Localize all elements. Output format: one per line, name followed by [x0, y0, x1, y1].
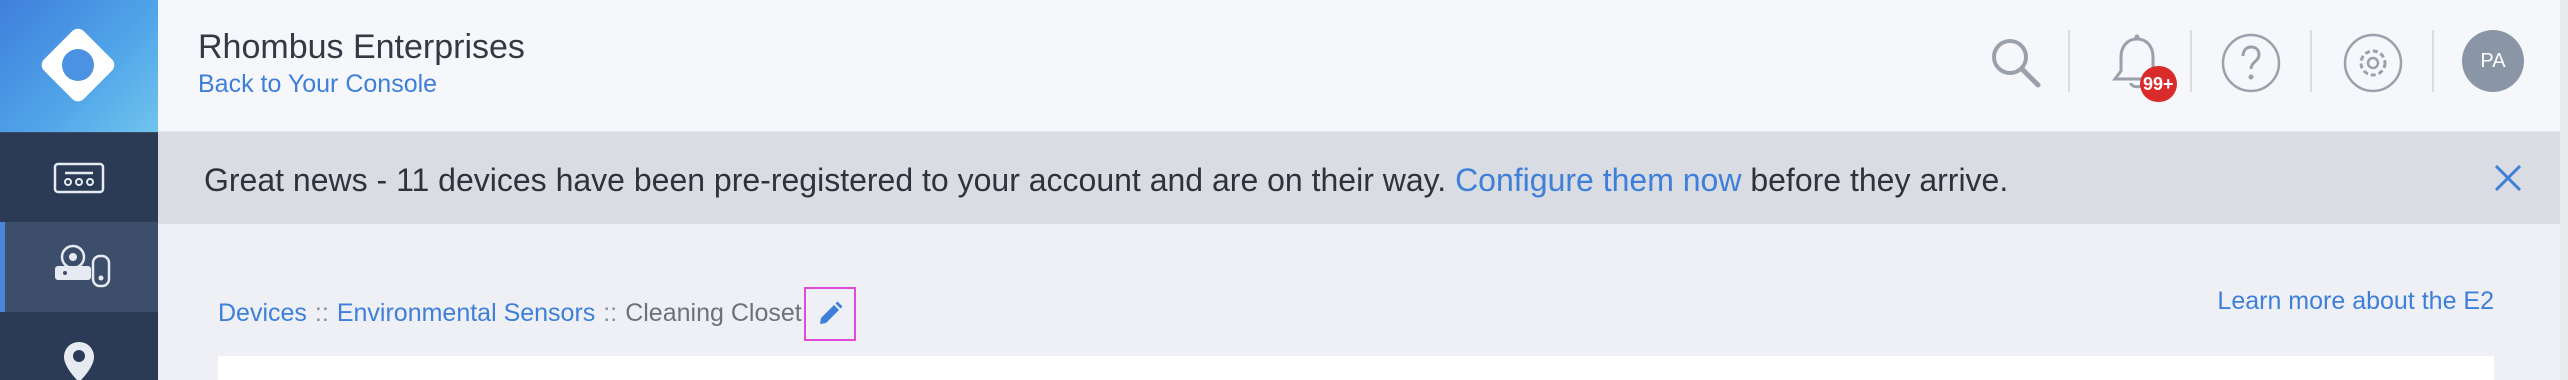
configure-now-link[interactable]: Configure them now: [1455, 162, 1741, 198]
search-icon: [1992, 39, 2041, 88]
sidebar-item-cameras-sensors[interactable]: [0, 222, 158, 312]
breadcrumb-current-device: Cleaning Closet: [625, 298, 802, 327]
sidebar-item-devices[interactable]: [0, 132, 158, 222]
page-scrollbar[interactable]: [2560, 0, 2568, 380]
sidebar-item-locations[interactable]: [0, 312, 158, 380]
banner-text-before: Great news - 11 devices have been pre-re…: [204, 162, 1456, 198]
notifications-button[interactable]: 99+: [2102, 28, 2177, 102]
sidebar: [0, 0, 158, 380]
back-to-console-link[interactable]: Back to Your Console: [198, 70, 437, 99]
edit-name-button[interactable]: [803, 287, 856, 341]
header-divider: [2432, 30, 2434, 92]
breadcrumb-devices[interactable]: Devices: [218, 299, 307, 328]
help-icon: [2221, 33, 2281, 93]
user-avatar[interactable]: PA: [2462, 30, 2524, 92]
pencil-icon: [819, 301, 843, 324]
logo-dot: [62, 49, 94, 81]
top-header: Rhombus Enterprises Back to Your Console…: [158, 0, 2568, 132]
help-button[interactable]: [2216, 28, 2286, 98]
header-divider: [2310, 30, 2312, 92]
breadcrumb-environmental-sensors[interactable]: Environmental Sensors: [337, 299, 595, 328]
search-button[interactable]: [1981, 28, 2051, 98]
gear-icon: [2343, 33, 2403, 93]
banner-text-after: before they arrive.: [1741, 162, 2009, 198]
breadcrumb: Devices :: Environmental Sensors :: Clea…: [218, 286, 856, 341]
organization-name: Rhombus Enterprises: [198, 28, 525, 66]
preregistration-banner: Great news - 11 devices have been pre-re…: [158, 132, 2560, 224]
notification-count-badge: 99+: [2140, 66, 2177, 102]
breadcrumb-separator: ::: [603, 298, 618, 327]
map-pin-icon: [64, 342, 94, 380]
breadcrumb-separator: ::: [314, 298, 329, 327]
learn-more-link[interactable]: Learn more about the E2: [2217, 287, 2494, 316]
close-icon: [2494, 164, 2522, 192]
banner-close-button[interactable]: [2490, 160, 2526, 196]
device-details-card: [218, 356, 2494, 380]
header-divider: [2068, 30, 2070, 92]
cameras-sensors-icon: [54, 244, 110, 288]
logo[interactable]: [0, 0, 158, 132]
devices-icon: [53, 162, 105, 193]
banner-message: Great news - 11 devices have been pre-re…: [204, 162, 2008, 199]
header-divider: [2190, 30, 2192, 92]
settings-button[interactable]: [2338, 28, 2408, 98]
